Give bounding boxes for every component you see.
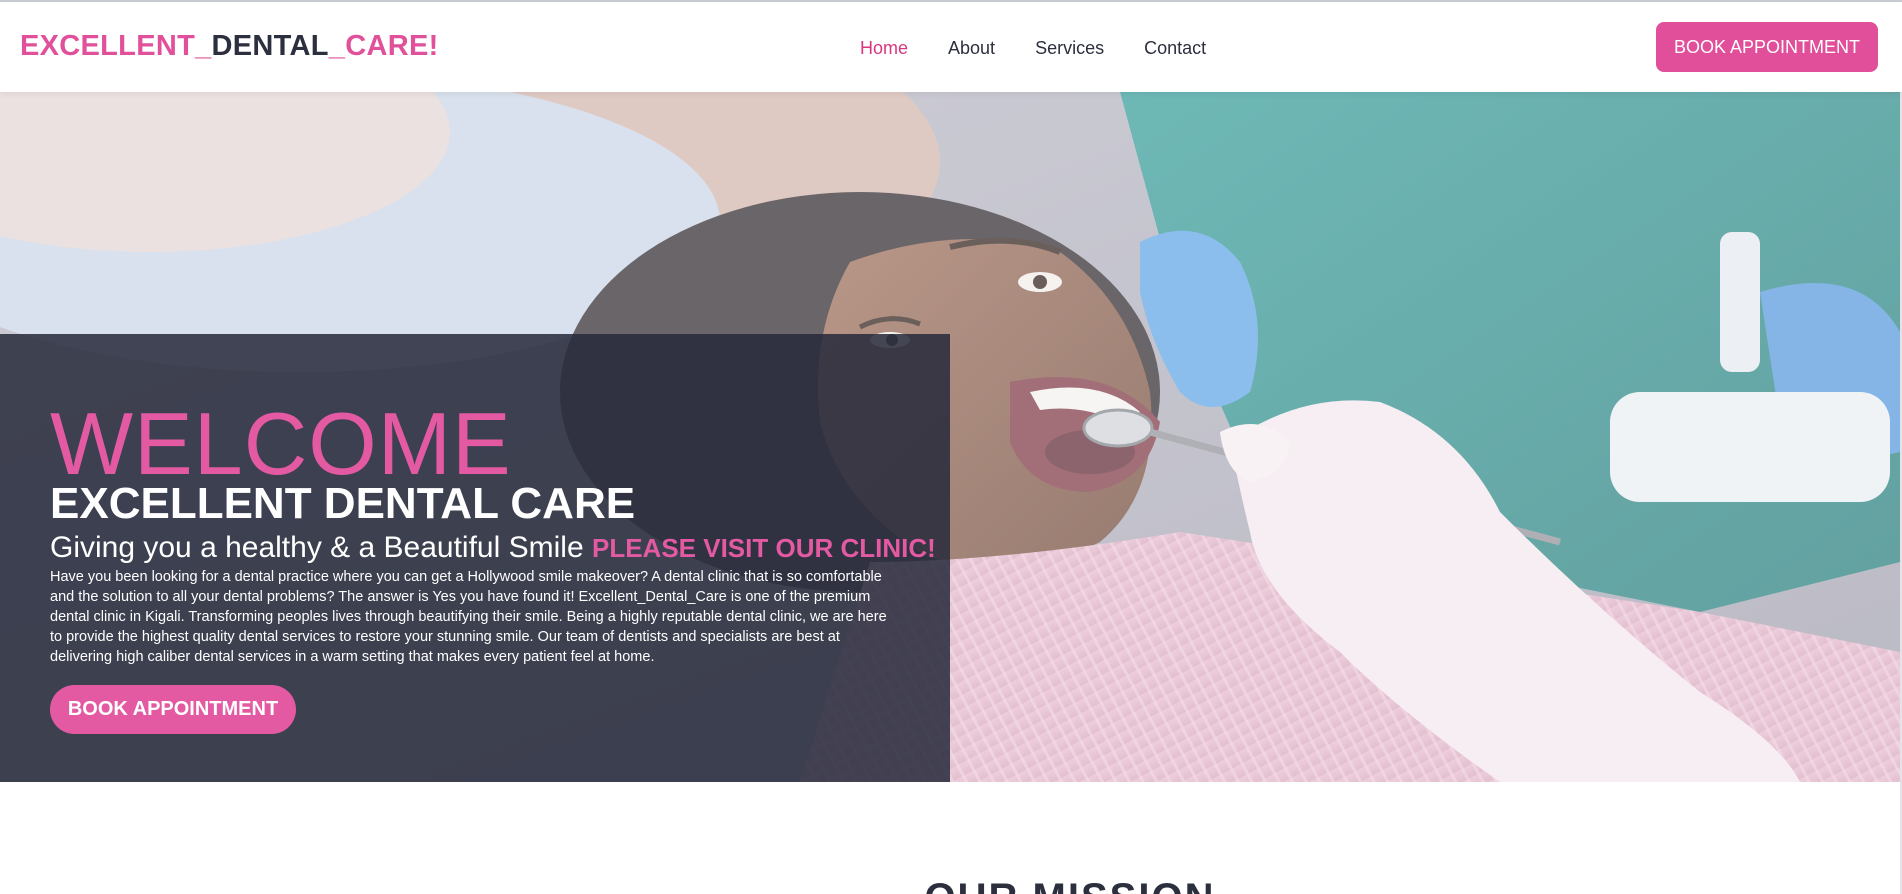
hero-text-panel: WELCOME EXCELLENT DENTAL CARE Giving you… <box>0 334 950 782</box>
book-appointment-header-button[interactable]: BOOK APPOINTMENT <box>1656 22 1878 72</box>
navbar: EXCELLENT_DENTAL_CARE! Home About Servic… <box>0 2 1902 92</box>
nav-link-contact[interactable]: Contact <box>1144 38 1206 59</box>
site-logo[interactable]: EXCELLENT_DENTAL_CARE! <box>20 30 439 63</box>
book-appointment-hero-button[interactable]: BOOK APPOINTMENT <box>50 685 296 734</box>
logo-part-dental: DENTAL <box>211 30 329 62</box>
mission-section-title: OUR MISSION <box>0 878 1902 894</box>
hero-welcome-heading: WELCOME <box>50 394 512 493</box>
hero-description: Have you been looking for a dental pract… <box>50 569 887 665</box>
hero-tagline-highlight: PLEASE VISIT OUR CLINIC! <box>591 533 936 563</box>
hero-section: WELCOME EXCELLENT DENTAL CARE Giving you… <box>0 92 1900 782</box>
logo-part-care: _CARE! <box>328 30 439 62</box>
nav-link-about[interactable]: About <box>948 38 995 59</box>
hero-tagline-text: Giving you a healthy & a Beautiful Smile <box>50 531 584 564</box>
nav-link-services[interactable]: Services <box>1035 38 1104 59</box>
nav-link-home[interactable]: Home <box>860 38 908 59</box>
hero-title: EXCELLENT DENTAL CARE <box>50 479 636 528</box>
hero-tagline: Giving you a healthy & a Beautiful Smile… <box>50 531 936 564</box>
main-nav: Home About Services Contact <box>860 38 1206 59</box>
logo-part-excellent: EXCELLENT_ <box>20 30 212 62</box>
